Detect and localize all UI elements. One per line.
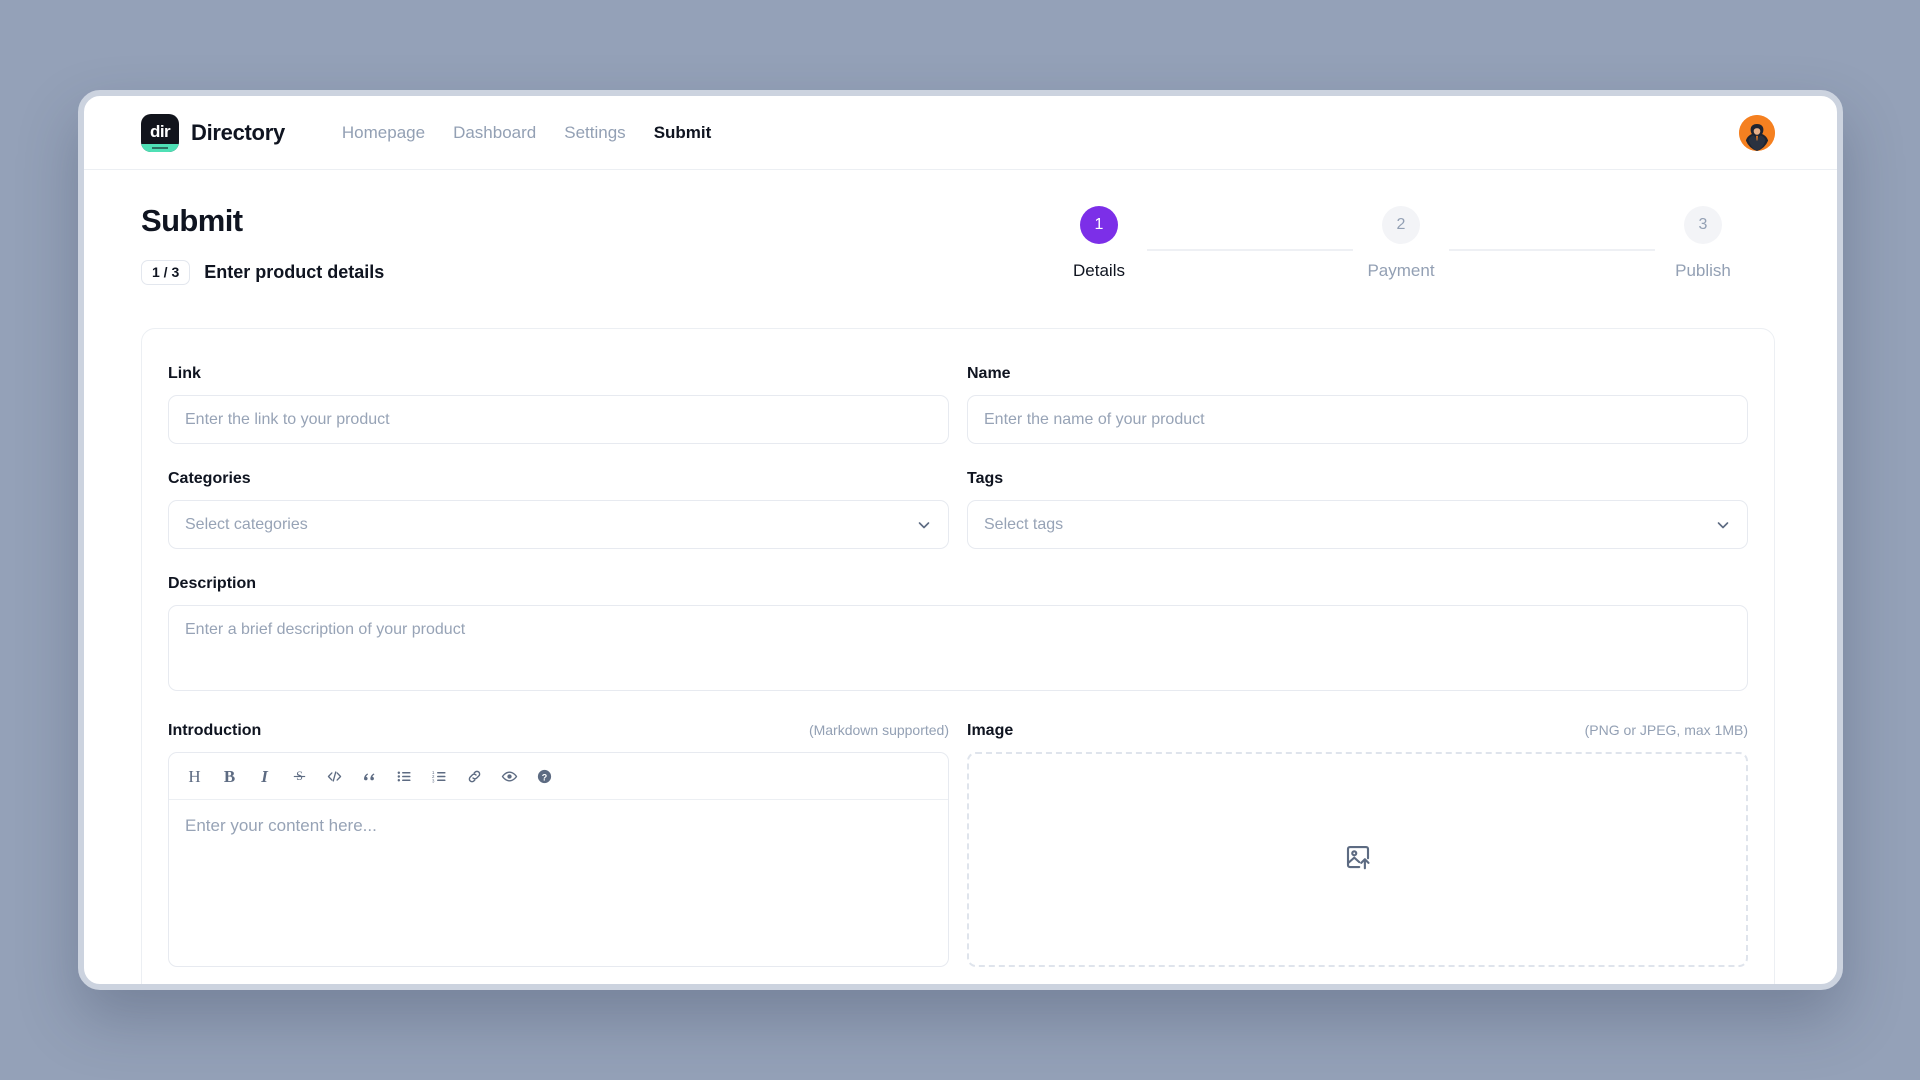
chevron-down-icon xyxy=(916,517,932,533)
image-dropzone[interactable] xyxy=(967,752,1748,968)
stepper-label-payment: Payment xyxy=(1367,261,1435,280)
brand-name: Directory xyxy=(191,119,285,145)
introduction-content-input[interactable]: Enter your content here... xyxy=(169,800,948,966)
stepper-connector-1 xyxy=(1147,249,1353,251)
field-categories: Categories Select categories xyxy=(168,470,949,550)
field-description: Description xyxy=(168,575,1748,696)
chevron-down-icon xyxy=(1715,517,1731,533)
link-input[interactable] xyxy=(168,395,949,445)
field-categories-label-row: Categories xyxy=(168,470,949,488)
stepper-connector-2 xyxy=(1449,249,1655,251)
stepper-step-publish[interactable]: 3 Publish xyxy=(1655,206,1751,281)
quote-icon[interactable] xyxy=(354,761,385,792)
svg-text:3: 3 xyxy=(432,778,435,783)
help-icon[interactable]: ? xyxy=(529,761,560,792)
nav-link-homepage[interactable]: Homepage xyxy=(342,123,425,143)
field-introduction-label-row: Introduction (Markdown supported) xyxy=(168,722,949,740)
field-link-label: Link xyxy=(168,365,201,383)
svg-text:S: S xyxy=(296,768,303,782)
form-row-introduction-image: Introduction (Markdown supported) H B I … xyxy=(168,722,1748,968)
field-name-label: Name xyxy=(967,365,1011,383)
page-header: Submit 1 / 3 Enter product details 1 Det… xyxy=(84,170,1837,286)
field-image-label: Image xyxy=(967,722,1014,740)
description-textarea[interactable] xyxy=(168,605,1748,692)
preview-eye-icon[interactable] xyxy=(494,761,525,792)
field-introduction: Introduction (Markdown supported) H B I … xyxy=(168,722,949,968)
stepper-step-payment[interactable]: 2 Payment xyxy=(1353,206,1449,281)
field-link-label-row: Link xyxy=(168,365,949,383)
stepper-label-details: Details xyxy=(1073,261,1125,280)
field-image-label-row: Image (PNG or JPEG, max 1MB) xyxy=(967,722,1748,740)
bold-icon[interactable]: B xyxy=(214,761,245,792)
field-description-label: Description xyxy=(168,575,257,593)
strikethrough-icon[interactable]: S xyxy=(284,761,315,792)
tags-select-value: Select tags xyxy=(984,515,1064,533)
stepper-step-details[interactable]: 1 Details xyxy=(1051,206,1147,281)
page-subtitle: Enter product details xyxy=(204,262,385,283)
stepper-circle-1: 1 xyxy=(1080,206,1118,244)
form-row-categories-tags: Categories Select categories Tags Select… xyxy=(168,470,1748,550)
form-row-link-name: Link Name xyxy=(168,365,1748,445)
logo-mark-text: dir xyxy=(150,121,171,141)
markdown-editor: H B I S 1 2 3 ? Enter your content here.… xyxy=(168,752,949,968)
link-icon[interactable] xyxy=(459,761,490,792)
code-icon[interactable] xyxy=(319,761,350,792)
heading-icon[interactable]: H xyxy=(179,761,210,792)
brand-logo[interactable]: dir Directory xyxy=(141,113,285,152)
field-tags-label-row: Tags xyxy=(967,470,1748,488)
progress-stepper: 1 Details 2 Payment 3 Publish xyxy=(1051,204,1751,281)
field-link: Link xyxy=(168,365,949,445)
categories-select-value: Select categories xyxy=(185,515,308,533)
nav-link-settings[interactable]: Settings xyxy=(564,123,625,143)
top-navigation-bar: dir Directory Homepage Dashboard Setting… xyxy=(84,96,1837,170)
italic-icon[interactable]: I xyxy=(249,761,280,792)
field-image: Image (PNG or JPEG, max 1MB) xyxy=(967,722,1748,968)
logo-accent-bar xyxy=(141,143,179,152)
numbered-list-icon[interactable]: 1 2 3 xyxy=(424,761,455,792)
svg-text:?: ? xyxy=(542,772,547,782)
user-avatar[interactable] xyxy=(1739,114,1775,151)
field-categories-label: Categories xyxy=(168,470,251,488)
bullet-list-icon[interactable] xyxy=(389,761,420,792)
nav-links: Homepage Dashboard Settings Submit xyxy=(342,123,711,143)
stepper-circle-3: 3 xyxy=(1684,206,1722,244)
app-window: dir Directory Homepage Dashboard Setting… xyxy=(78,90,1843,990)
field-introduction-label: Introduction xyxy=(168,722,262,740)
field-name: Name xyxy=(967,365,1748,445)
categories-select[interactable]: Select categories xyxy=(168,500,949,550)
image-format-hint: (PNG or JPEG, max 1MB) xyxy=(1584,722,1748,739)
directory-logo-icon: dir xyxy=(141,113,179,152)
nav-link-dashboard[interactable]: Dashboard xyxy=(453,123,536,143)
step-counter-badge: 1 / 3 xyxy=(141,260,191,286)
page-title: Submit xyxy=(141,203,243,238)
page-header-left: Submit 1 / 3 Enter product details xyxy=(141,203,761,286)
nav-link-submit[interactable]: Submit xyxy=(654,123,712,143)
tags-select[interactable]: Select tags xyxy=(967,500,1748,550)
markdown-supported-hint: (Markdown supported) xyxy=(808,722,949,739)
stepper-circle-2: 2 xyxy=(1382,206,1420,244)
field-tags-label: Tags xyxy=(967,470,1004,488)
name-input[interactable] xyxy=(967,395,1748,445)
field-tags: Tags Select tags xyxy=(967,470,1748,550)
field-name-label-row: Name xyxy=(967,365,1748,383)
page-subtitle-row: 1 / 3 Enter product details xyxy=(141,260,761,286)
image-upload-icon xyxy=(1343,842,1373,877)
markdown-toolbar: H B I S 1 2 3 ? xyxy=(169,753,948,801)
field-description-label-row: Description xyxy=(168,575,1748,593)
stepper-label-publish: Publish xyxy=(1675,261,1731,280)
submit-form-card: Link Name Categories Select categories xyxy=(141,328,1775,984)
